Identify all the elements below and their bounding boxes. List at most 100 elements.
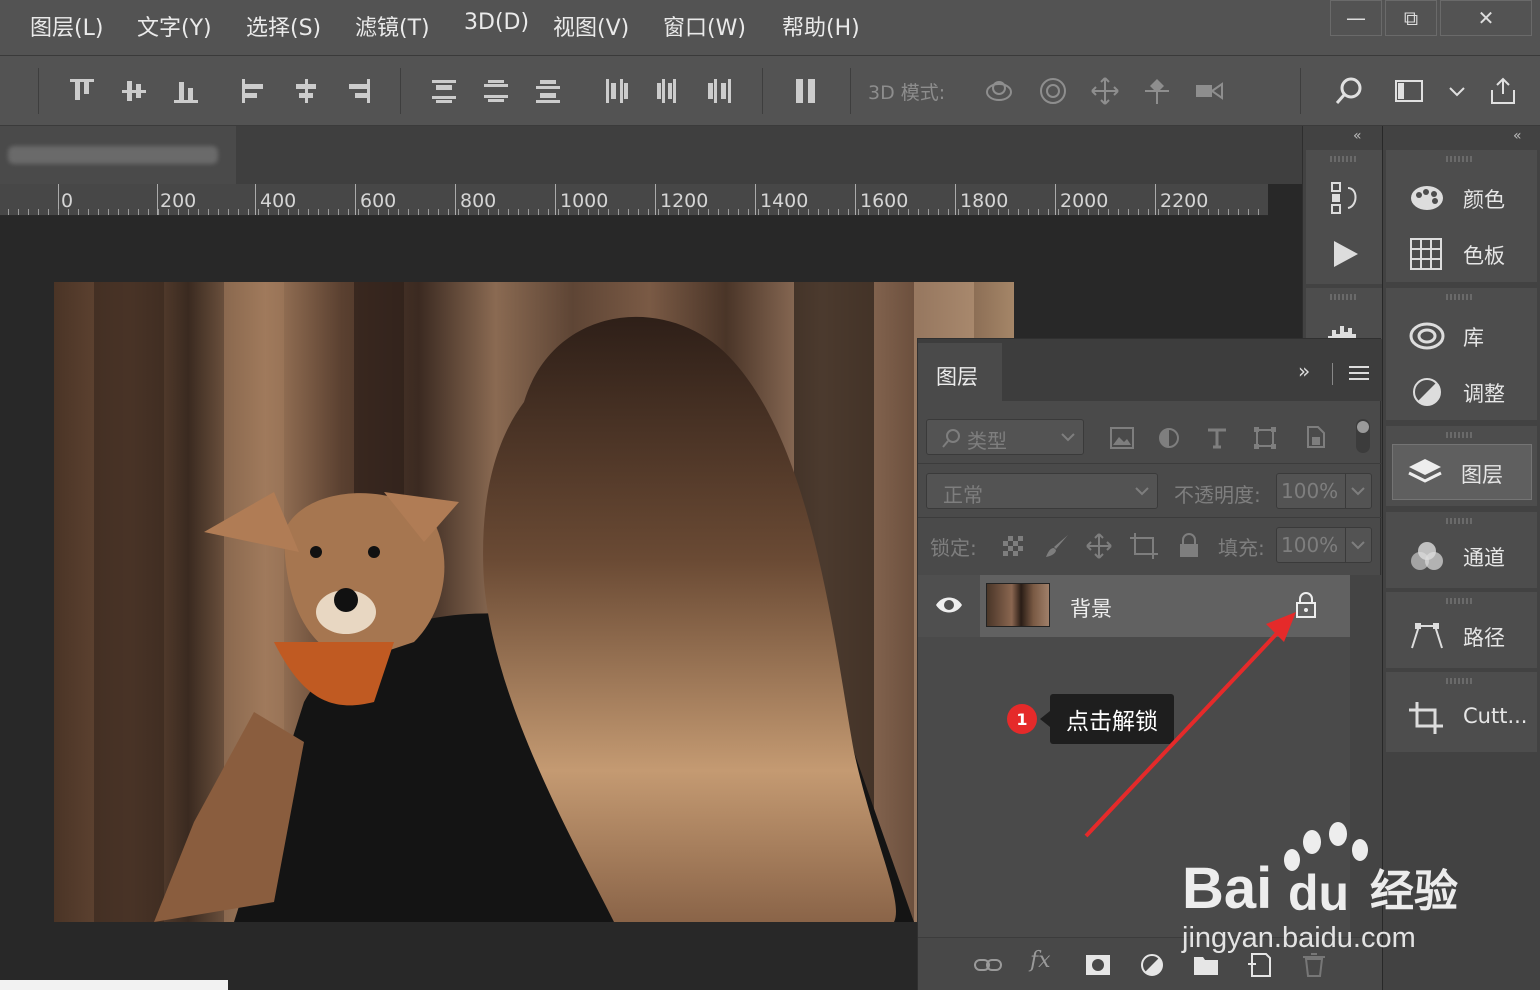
lock-artboard-icon[interactable] xyxy=(1130,533,1158,559)
panel-grip[interactable] xyxy=(1330,294,1358,300)
distribute-bottom-icon[interactable] xyxy=(533,76,563,106)
eye-icon xyxy=(936,597,962,613)
menu-select[interactable]: 选择(S) xyxy=(246,10,321,42)
layers-group: 图层 xyxy=(1386,426,1537,506)
dock-layers[interactable]: 图层 xyxy=(1392,444,1532,500)
panel-grip[interactable] xyxy=(1446,678,1474,684)
dock-cutt[interactable]: Cutt... xyxy=(1389,690,1539,746)
ruler-tick xyxy=(958,209,959,215)
lock-label: 锁定: xyxy=(930,536,977,560)
document-image[interactable] xyxy=(54,282,1014,922)
ruler-tick xyxy=(58,209,59,215)
distribute-right-icon[interactable] xyxy=(705,76,735,106)
shape-layer-filter-icon[interactable] xyxy=(1254,427,1276,449)
type-layer-filter-icon[interactable] xyxy=(1206,427,1228,449)
dock-adjustments[interactable]: 调整 xyxy=(1389,364,1539,420)
dock-swatches[interactable]: 色板 xyxy=(1389,226,1539,282)
menu-type[interactable]: 文字(Y) xyxy=(137,10,212,42)
distribute-hcenter-icon[interactable] xyxy=(653,76,683,106)
share-icon[interactable] xyxy=(1488,76,1518,106)
chevron-down-icon[interactable] xyxy=(1442,76,1472,106)
visibility-toggle[interactable] xyxy=(918,575,980,637)
ruler-tick xyxy=(478,209,479,215)
ruler-tick xyxy=(1028,209,1029,215)
distribute-left-icon[interactable] xyxy=(601,76,631,106)
ruler-tick xyxy=(788,209,789,215)
filter-kind-select[interactable]: 类型 xyxy=(926,419,1084,455)
ruler-tick xyxy=(878,209,879,215)
color-group: 颜色 色板 xyxy=(1386,150,1537,282)
layer-thumbnail[interactable] xyxy=(986,583,1050,627)
panel-grip[interactable] xyxy=(1446,518,1474,524)
distribute-top-icon[interactable] xyxy=(429,76,459,106)
menu-view[interactable]: 视图(V) xyxy=(553,10,629,42)
panel-grip[interactable] xyxy=(1446,432,1474,438)
restore-button[interactable]: ⧉ xyxy=(1385,0,1437,36)
adjustments-icon xyxy=(1413,378,1441,406)
dock-color[interactable]: 颜色 xyxy=(1389,170,1539,226)
orbit-3d-icon[interactable] xyxy=(984,76,1014,106)
horizontal-ruler[interactable]: 0 200 400 600 800 1000 1200 1400 1600 18… xyxy=(0,184,1268,216)
menu-window[interactable]: 窗口(W) xyxy=(663,10,746,42)
adjustment-layer-filter-icon[interactable] xyxy=(1158,427,1180,449)
fill-input[interactable]: 100% xyxy=(1276,527,1372,563)
lock-image-pixels-icon[interactable] xyxy=(1044,533,1070,559)
history-actions-group xyxy=(1306,150,1382,284)
history-icon[interactable] xyxy=(1328,180,1362,214)
align-hcenter-icon[interactable] xyxy=(291,76,321,106)
menu-3d[interactable]: 3D(D) xyxy=(464,10,529,35)
dock-paths[interactable]: 路径 xyxy=(1389,608,1539,664)
channels-icon xyxy=(1411,542,1443,570)
slide-3d-icon[interactable] xyxy=(1142,76,1172,106)
lock-transparent-pixels-icon[interactable] xyxy=(1002,535,1024,557)
camera-3d-icon[interactable] xyxy=(1194,76,1224,106)
blend-mode-select[interactable]: 正常 xyxy=(926,473,1158,509)
dock-cutt-label: Cutt... xyxy=(1463,704,1528,728)
search-icon[interactable] xyxy=(1334,76,1364,106)
link-layers-icon[interactable] xyxy=(974,952,1002,978)
lock-all-icon[interactable] xyxy=(1178,533,1200,559)
panel-grip[interactable] xyxy=(1446,156,1474,162)
align-vcenter-icon[interactable] xyxy=(119,76,149,106)
ruler-tick xyxy=(388,209,389,215)
new-adjustment-icon[interactable] xyxy=(1138,952,1166,978)
menu-filter[interactable]: 滤镜(T) xyxy=(355,10,430,42)
tab-layers[interactable]: 图层 xyxy=(918,343,1002,401)
panel-menu-icon[interactable] xyxy=(1348,365,1370,381)
collapse-strip-icon[interactable]: « xyxy=(1353,128,1362,144)
roll-3d-icon[interactable] xyxy=(1038,76,1068,106)
panel-grip[interactable] xyxy=(1446,294,1474,300)
minimize-button[interactable]: — xyxy=(1330,0,1382,36)
ruler-tick xyxy=(488,209,489,215)
layer-style-fx-icon[interactable]: fx xyxy=(1030,948,1051,973)
filter-toggle[interactable] xyxy=(1356,419,1370,453)
menu-layer[interactable]: 图层(L) xyxy=(30,10,103,42)
dock-libraries[interactable]: 库 xyxy=(1389,308,1539,364)
workspace-icon[interactable] xyxy=(1394,76,1424,106)
options-bar: 3D 模式: xyxy=(0,56,1540,126)
align-left-icon[interactable] xyxy=(239,76,269,106)
pixel-layer-filter-icon[interactable] xyxy=(1110,427,1134,449)
lock-position-icon[interactable] xyxy=(1086,533,1112,559)
collapse-dock-icon[interactable]: « xyxy=(1513,128,1522,144)
smart-object-filter-icon[interactable] xyxy=(1304,425,1326,449)
add-mask-icon[interactable] xyxy=(1084,952,1112,978)
ruler-tick xyxy=(798,209,799,215)
align-bottom-icon[interactable] xyxy=(171,76,201,106)
expand-panel-icon[interactable]: » xyxy=(1298,359,1310,383)
panel-grip[interactable] xyxy=(1330,156,1358,162)
panel-grip[interactable] xyxy=(1446,598,1474,604)
ruler-tick xyxy=(288,209,289,215)
menu-help[interactable]: 帮助(H) xyxy=(782,10,860,42)
distribute-vcenter-icon[interactable] xyxy=(481,76,511,106)
align-top-icon[interactable] xyxy=(67,76,97,106)
close-button[interactable]: ✕ xyxy=(1440,0,1532,36)
align-right-icon[interactable] xyxy=(343,76,373,106)
opacity-input[interactable]: 100% xyxy=(1276,473,1372,509)
horizontal-scrollbar[interactable] xyxy=(0,980,228,990)
play-icon[interactable] xyxy=(1330,238,1362,270)
document-tab[interactable] xyxy=(0,126,236,184)
distribute-spacing-icon[interactable] xyxy=(791,76,821,106)
pan-3d-icon[interactable] xyxy=(1090,76,1120,106)
dock-channels[interactable]: 通道 xyxy=(1389,528,1539,584)
